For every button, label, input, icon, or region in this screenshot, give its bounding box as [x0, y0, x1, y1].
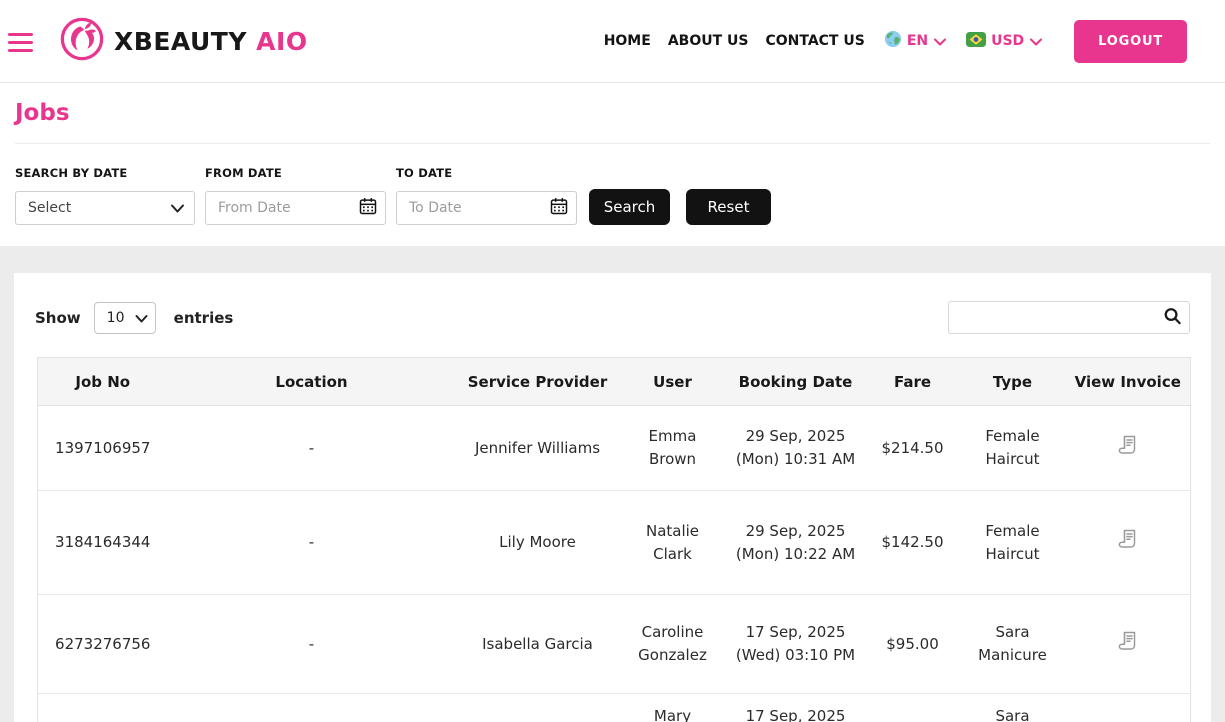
service-provider-cell: Lily Moore	[456, 491, 620, 595]
nav-link-about-us[interactable]: ABOUT US	[668, 33, 749, 49]
brand-name: XBEAUTY AIO	[114, 27, 308, 56]
jobs-table-body: 1397106957-Jennifer WilliamsEmma Brown29…	[38, 406, 1191, 722]
table-row: 1397106957-Jennifer WilliamsEmma Brown29…	[38, 406, 1191, 491]
column-header: Location	[168, 358, 456, 406]
chevron-down-icon	[933, 32, 947, 51]
job-no-cell: 1397106957	[38, 406, 168, 491]
fare-cell: $142.50	[866, 491, 960, 595]
type-cell: Female Haircut	[960, 406, 1066, 491]
chevron-down-icon	[1029, 32, 1043, 51]
column-header: Service Provider	[456, 358, 620, 406]
view-invoice-cell	[1066, 406, 1191, 491]
logo-icon	[59, 16, 105, 66]
hamburger-menu-icon[interactable]	[8, 28, 35, 57]
language-code: EN	[907, 33, 928, 49]
entries-label: entries	[174, 309, 234, 327]
search-icon[interactable]	[1163, 306, 1182, 329]
job-no-cell	[38, 694, 168, 722]
type-cell: Sara Manicure	[960, 595, 1066, 694]
user-cell: Emma Brown	[620, 406, 726, 491]
to-date-label: TO DATE	[396, 166, 577, 180]
fare-cell: $214.50	[866, 406, 960, 491]
globe-icon	[884, 30, 902, 52]
from-date-label: FROM DATE	[205, 166, 386, 180]
reset-button[interactable]: Reset	[686, 189, 771, 225]
currency-selector[interactable]: USD	[966, 32, 1043, 51]
page-size-select[interactable]: 10	[94, 302, 156, 334]
jobs-table: Job NoLocationService ProviderUserBookin…	[37, 357, 1191, 722]
invoice-icon[interactable]	[1116, 527, 1140, 551]
location-cell: -	[168, 595, 456, 694]
column-header: Booking Date	[726, 358, 866, 406]
view-invoice-cell	[1066, 694, 1191, 722]
booking-date-cell: 29 Sep, 2025 (Mon) 10:22 AM	[726, 491, 866, 595]
currency-code: USD	[991, 33, 1024, 49]
filter-section: Jobs SEARCH BY DATE Select FROM DATE	[0, 83, 1225, 246]
main-nav: HOME ABOUT US CONTACT US EN	[604, 20, 1187, 63]
booking-date-cell: 29 Sep, 2025 (Mon) 10:31 AM	[726, 406, 866, 491]
table-row: 6273276756-Isabella GarciaCaroline Gonza…	[38, 595, 1191, 694]
user-cell: Caroline Gonzalez	[620, 595, 726, 694]
column-header: User	[620, 358, 726, 406]
column-header: Fare	[866, 358, 960, 406]
invoice-icon[interactable]	[1116, 629, 1140, 653]
location-cell: -	[168, 406, 456, 491]
language-selector[interactable]: EN	[884, 30, 947, 52]
title-divider	[15, 143, 1210, 144]
fare-cell: $95.00	[866, 595, 960, 694]
logout-button[interactable]: LOGOUT	[1074, 20, 1187, 63]
search-by-date-select[interactable]: Select	[15, 191, 195, 225]
table-row: 3184164344-Lily MooreNatalie Clark29 Sep…	[38, 491, 1191, 595]
show-label: Show	[35, 309, 81, 327]
invoice-icon[interactable]	[1116, 433, 1140, 457]
table-row: Mary17 Sep, 2025 Sara	[38, 694, 1191, 722]
page-title: Jobs	[15, 83, 1210, 126]
nav-link-home[interactable]: HOME	[604, 33, 651, 49]
location-cell: -	[168, 491, 456, 595]
user-cell: Mary	[620, 694, 726, 722]
jobs-card: Show 10 entries Job NoLocat	[14, 273, 1211, 722]
app-header: XBEAUTY AIO HOME ABOUT US CONTACT US EN	[0, 0, 1225, 83]
view-invoice-cell	[1066, 595, 1191, 694]
flag-icon	[966, 32, 986, 51]
job-no-cell: 6273276756	[38, 595, 168, 694]
service-provider-cell: Jennifer Williams	[456, 406, 620, 491]
location-cell	[168, 694, 456, 722]
search-by-date-label: SEARCH BY DATE	[15, 166, 195, 180]
brand-logo[interactable]: XBEAUTY AIO	[59, 16, 308, 66]
job-no-cell: 3184164344	[38, 491, 168, 595]
column-header: Job No	[38, 358, 168, 406]
from-date-input[interactable]	[205, 191, 386, 225]
service-provider-cell	[456, 694, 620, 722]
user-cell: Natalie Clark	[620, 491, 726, 595]
view-invoice-cell	[1066, 491, 1191, 595]
table-search-input[interactable]	[948, 301, 1190, 334]
service-provider-cell: Isabella Garcia	[456, 595, 620, 694]
type-cell: Female Haircut	[960, 491, 1066, 595]
fare-cell	[866, 694, 960, 722]
to-date-input[interactable]	[396, 191, 577, 225]
table-header: Job NoLocationService ProviderUserBookin…	[38, 358, 1191, 406]
search-button[interactable]: Search	[589, 189, 670, 225]
booking-date-cell: 17 Sep, 2025	[726, 694, 866, 722]
booking-date-cell: 17 Sep, 2025 (Wed) 03:10 PM	[726, 595, 866, 694]
nav-link-contact-us[interactable]: CONTACT US	[765, 33, 864, 49]
column-header: Type	[960, 358, 1066, 406]
type-cell: Sara	[960, 694, 1066, 722]
column-header: View Invoice	[1066, 358, 1191, 406]
